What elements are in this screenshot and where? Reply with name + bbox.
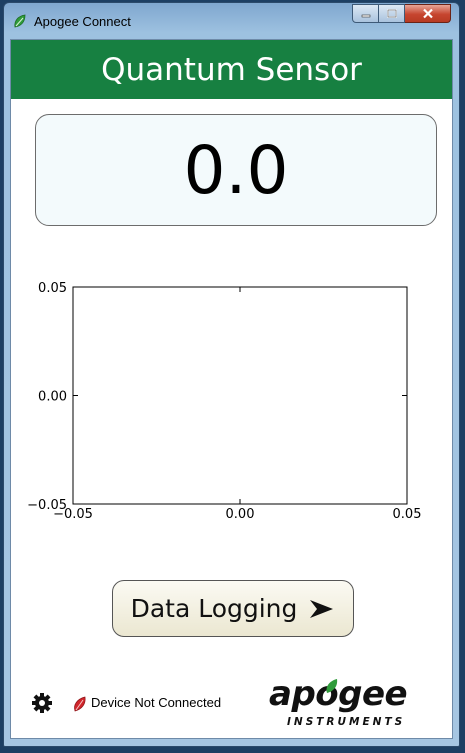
connection-status: Device Not Connected: [91, 695, 222, 710]
reading-display: 0.0: [35, 114, 437, 226]
close-icon: [422, 8, 433, 19]
logo-subtitle: INSTRUMENTS: [287, 716, 406, 728]
x-tick-label: 0.05: [393, 507, 421, 522]
data-logging-button[interactable]: Data Logging: [112, 580, 354, 637]
close-button[interactable]: [405, 4, 451, 23]
logo-leaf-icon: [326, 679, 338, 693]
x-tick-label: −0.05: [53, 507, 93, 522]
plot-area: [72, 286, 408, 505]
app-content: Quantum Sensor 0.0 0.05 0.00 −0.05 −0.05 0.…: [10, 39, 453, 739]
header-bar: Quantum Sensor: [11, 40, 452, 99]
arrow-right-icon: [310, 599, 334, 618]
title-bar[interactable]: Apogee Connect: [4, 3, 459, 39]
apogee-leaf-icon: [14, 14, 26, 28]
y-tick-label: 0.05: [38, 281, 67, 296]
caption-buttons: [352, 4, 451, 23]
minimize-button[interactable]: [352, 4, 379, 23]
window-title: Apogee Connect: [34, 14, 131, 29]
app-window: Apogee Connect Quantum Sensor 0.0 0.05 0…: [3, 2, 460, 747]
gear-icon[interactable]: [31, 692, 53, 714]
apogee-logo: apogee INSTRUMENTS: [263, 674, 413, 734]
x-tick-label: 0.00: [226, 507, 255, 522]
maximize-button[interactable]: [379, 4, 405, 23]
maximize-icon: [386, 9, 397, 18]
data-logging-label: Data Logging: [130, 594, 298, 623]
minimize-icon: [361, 14, 370, 17]
reading-value: 0.0: [183, 131, 289, 209]
leaf-status-icon: [74, 696, 86, 712]
y-tick-label: 0.00: [38, 390, 67, 405]
sensor-plot: 0.050.00−0.05 −0.05 0.00 0.05: [27, 281, 421, 522]
page-title: Quantum Sensor: [101, 51, 362, 88]
